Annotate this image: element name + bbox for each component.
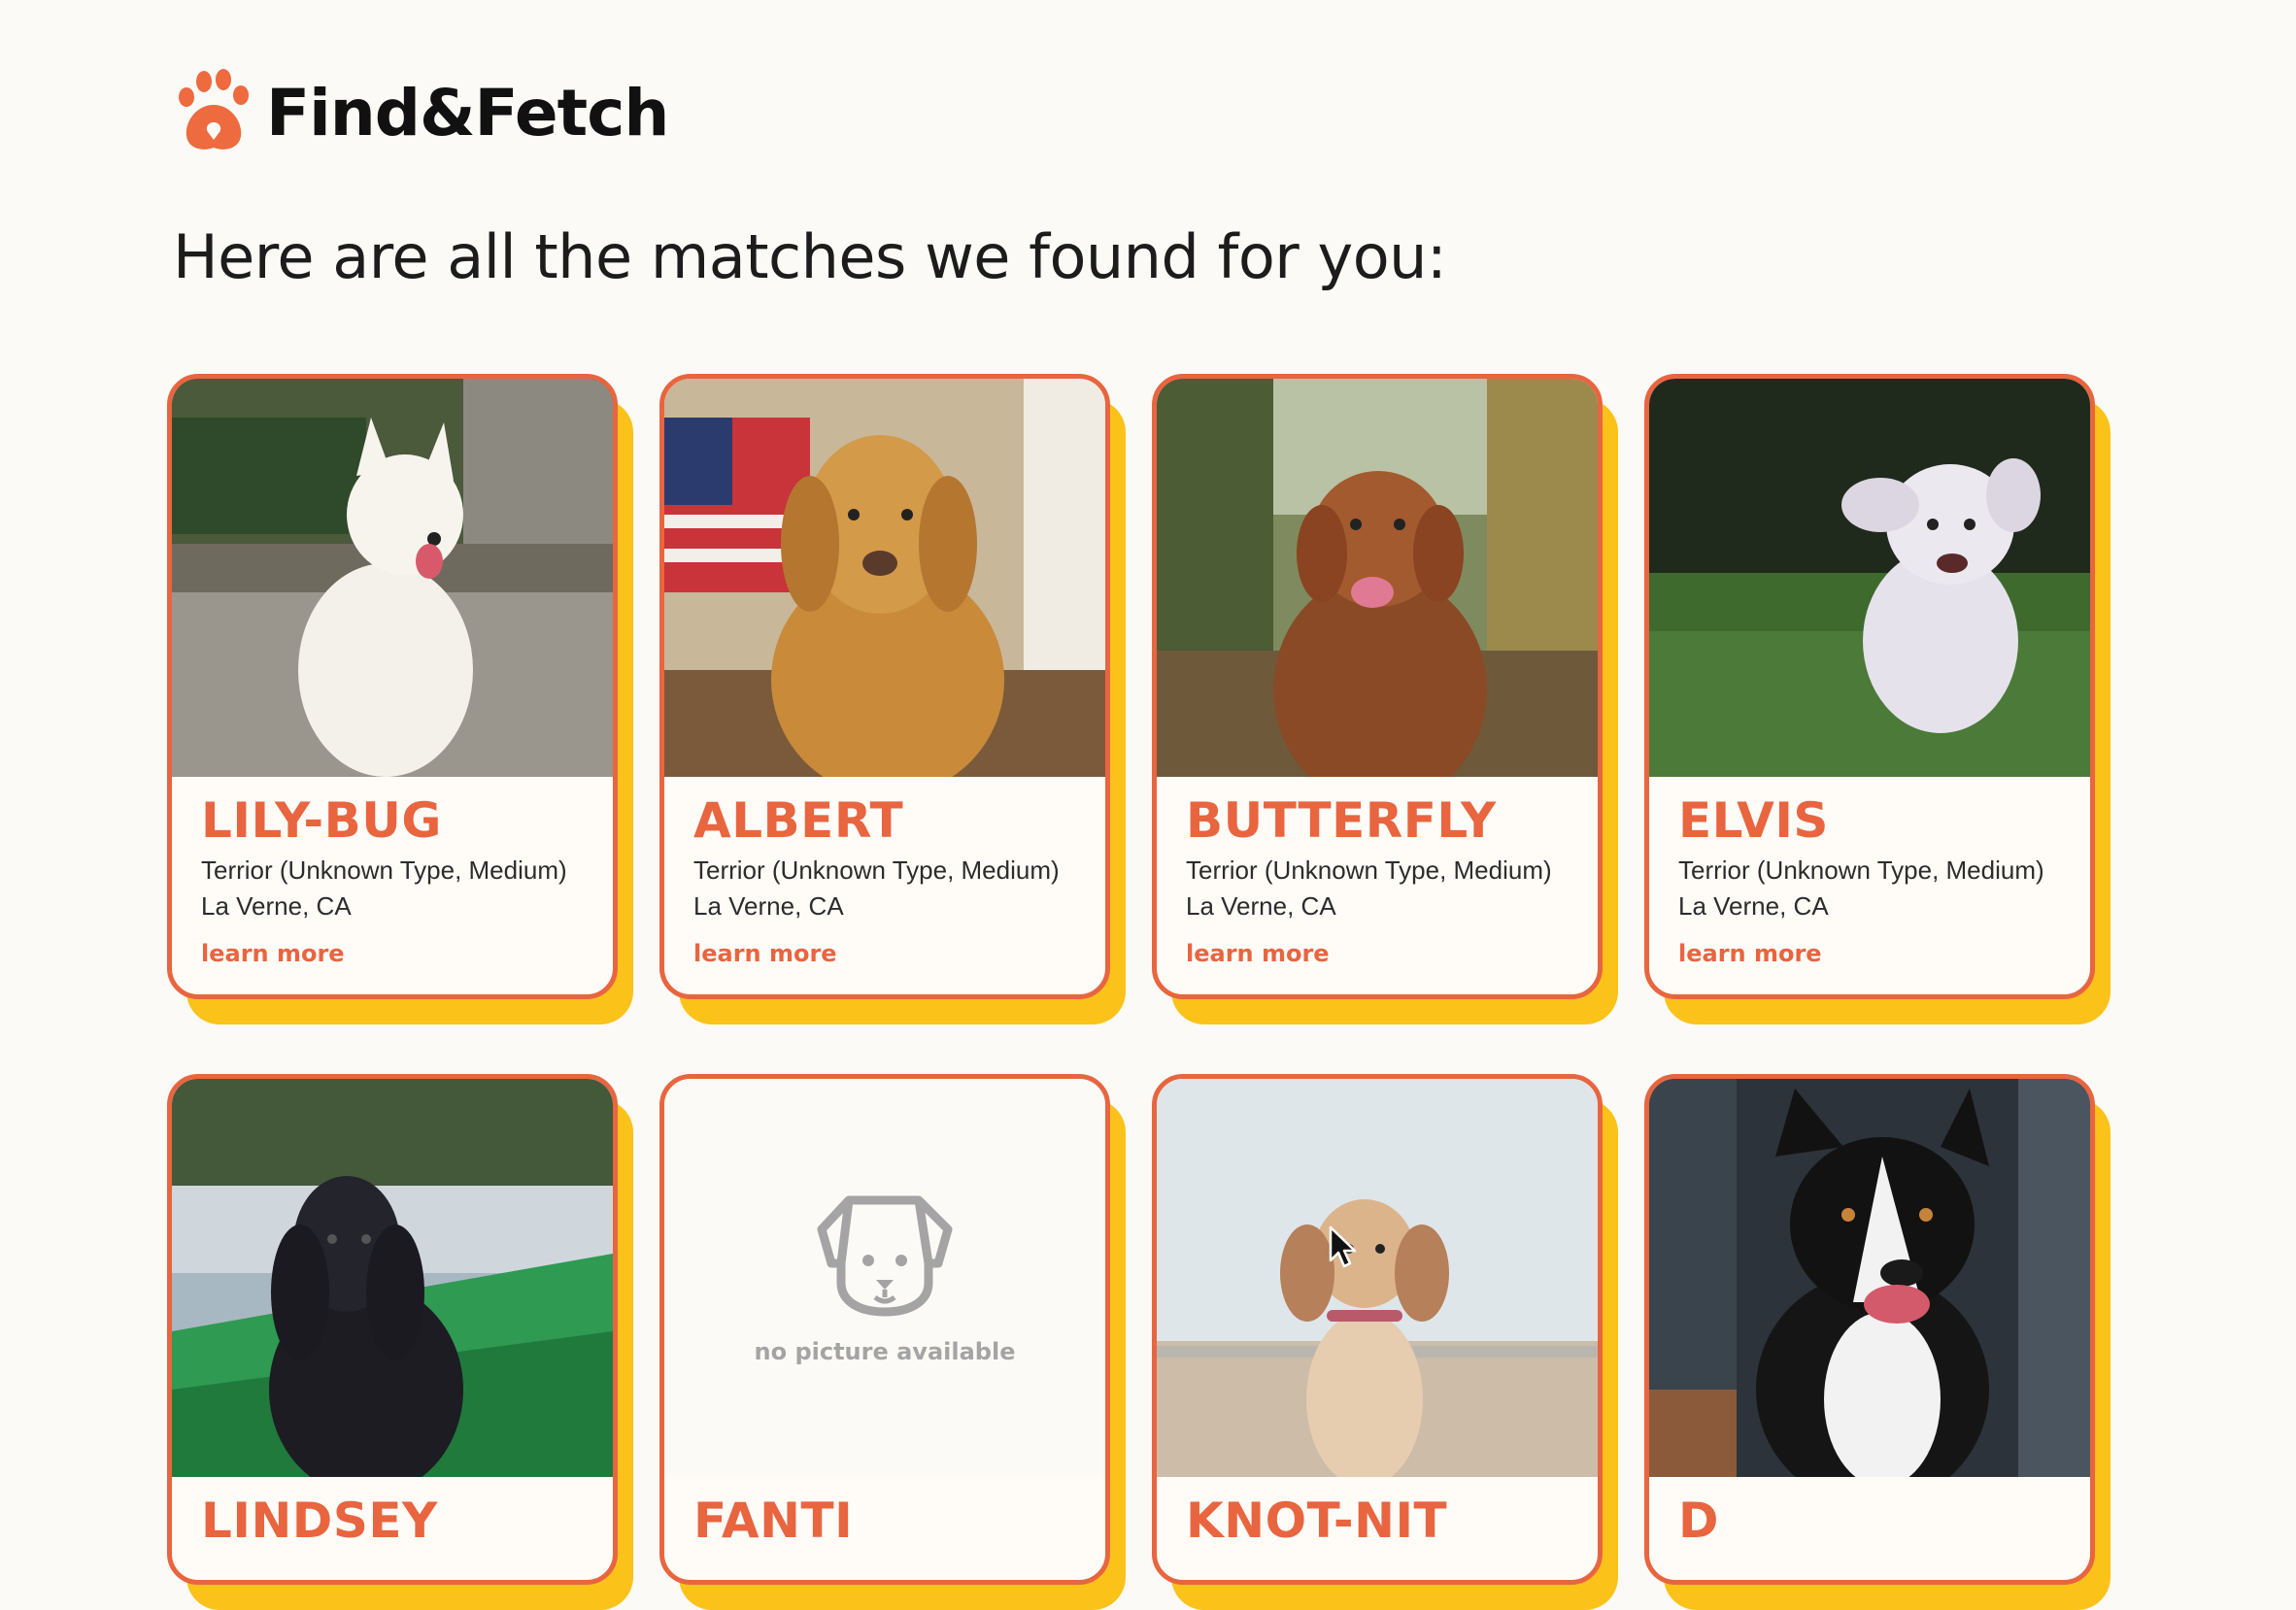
dog-name: FANTI — [693, 1493, 854, 1549]
brand-name: Find&Fetch — [266, 75, 669, 151]
dog-card-albert: ALBERT Terrior (Unknown Type, Medium) La… — [659, 374, 1126, 1024]
dog-placeholder-icon — [817, 1195, 953, 1317]
learn-more-link[interactable]: learn more — [1678, 940, 1822, 967]
dog-location: La Verne, CA — [1678, 891, 1829, 921]
dog-name: KNOT-NIT — [1186, 1493, 1448, 1549]
dog-location: La Verne, CA — [1186, 891, 1336, 921]
dog-photo[interactable] — [172, 379, 613, 777]
dog-name: D — [1678, 1493, 1720, 1549]
dog-photo[interactable] — [172, 1079, 613, 1477]
dog-card[interactable]: KNOT-NIT — [1152, 1074, 1603, 1585]
dog-card-butterfly: BUTTERFLY Terrior (Unknown Type, Medium)… — [1152, 374, 1618, 1024]
dog-card-fanti: no picture available FANTI — [659, 1074, 1126, 1610]
dog-breed: Terrior (Unknown Type, Medium) — [201, 855, 567, 885]
dog-photo[interactable] — [1157, 1079, 1598, 1477]
dog-name: ELVIS — [1678, 792, 1829, 849]
dog-card-lily-bug: LILY-BUG Terrior (Unknown Type, Medium) … — [167, 374, 633, 1024]
learn-more-link[interactable]: learn more — [1186, 940, 1330, 967]
learn-more-link[interactable]: learn more — [201, 940, 345, 967]
mouse-cursor-icon — [1329, 1225, 1357, 1268]
page-title: Here are all the matches we found for yo… — [173, 221, 1447, 292]
dog-photo[interactable] — [1157, 379, 1598, 777]
dog-card[interactable]: ALBERT Terrior (Unknown Type, Medium) La… — [659, 374, 1110, 999]
dog-photo[interactable] — [664, 379, 1105, 777]
dog-card[interactable]: LINDSEY — [167, 1074, 618, 1585]
dog-location: La Verne, CA — [693, 891, 844, 921]
learn-more-link[interactable]: learn more — [693, 940, 837, 967]
dog-card-knot-nit: KNOT-NIT — [1152, 1074, 1618, 1610]
dog-name: ALBERT — [693, 792, 904, 849]
dog-breed: Terrior (Unknown Type, Medium) — [1678, 855, 2044, 885]
dog-name: LINDSEY — [201, 1493, 438, 1549]
dog-breed: Terrior (Unknown Type, Medium) — [1186, 855, 1552, 885]
dog-card[interactable]: D — [1644, 1074, 2095, 1585]
dog-name: LILY-BUG — [201, 792, 442, 849]
dog-card[interactable]: no picture available FANTI — [659, 1074, 1110, 1585]
dog-card[interactable]: BUTTERFLY Terrior (Unknown Type, Medium)… — [1152, 374, 1603, 999]
dog-card-lindsey: LINDSEY — [167, 1074, 633, 1610]
dog-photo[interactable] — [1649, 1079, 2090, 1477]
paw-logo-icon — [179, 69, 249, 150]
site-logo[interactable]: Find&Fetch — [175, 68, 669, 157]
dog-name: BUTTERFLY — [1186, 792, 1497, 849]
dog-breed: Terrior (Unknown Type, Medium) — [693, 855, 1060, 885]
dog-location: La Verne, CA — [201, 891, 352, 921]
no-picture-placeholder[interactable]: no picture available — [664, 1079, 1105, 1477]
dog-card[interactable]: ELVIS Terrior (Unknown Type, Medium) La … — [1644, 374, 2095, 999]
dog-card-elvis: ELVIS Terrior (Unknown Type, Medium) La … — [1644, 374, 2110, 1024]
no-picture-label: no picture available — [754, 1338, 1016, 1365]
dog-card[interactable]: LILY-BUG Terrior (Unknown Type, Medium) … — [167, 374, 618, 999]
dog-photo[interactable] — [1649, 379, 2090, 777]
dog-card-d: D — [1644, 1074, 2110, 1610]
